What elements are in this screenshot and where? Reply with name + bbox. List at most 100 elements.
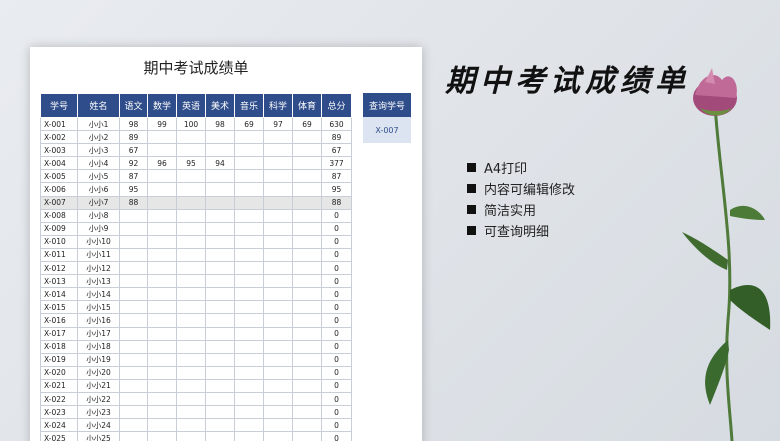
table-cell[interactable] [234,221,264,236]
table-cell[interactable]: 小小9 [77,221,120,236]
table-cell[interactable]: 99 [147,116,177,132]
table-cell[interactable]: 100 [176,116,206,132]
table-cell[interactable]: 0 [321,391,352,407]
table-cell[interactable]: 小小22 [77,391,120,407]
table-cell[interactable]: 89 [119,130,148,145]
table-row[interactable]: X-023 小小23 0 [40,405,352,420]
table-cell[interactable] [119,274,148,289]
table-cell[interactable]: 98 [119,116,148,132]
table-cell[interactable] [176,287,206,302]
table-cell[interactable] [176,391,206,407]
table-cell[interactable] [205,195,235,210]
table-cell[interactable]: X-004 [40,156,78,171]
table-cell[interactable] [119,339,148,354]
table-cell[interactable]: 小小14 [77,287,120,302]
table-cell[interactable]: 87 [321,169,352,184]
table-cell[interactable]: 小小24 [77,418,120,433]
table-cell[interactable] [147,274,177,289]
table-cell[interactable] [205,431,235,441]
table-cell[interactable] [205,208,235,223]
table-cell[interactable] [119,405,148,420]
table-cell[interactable] [147,208,177,223]
table-cell[interactable]: X-014 [40,287,78,302]
table-cell[interactable]: 小小11 [77,247,120,263]
table-cell[interactable] [292,182,322,197]
table-cell[interactable]: X-001 [40,116,78,132]
table-cell[interactable] [147,182,177,197]
table-row[interactable]: X-004 小小4 92 96 95 94 377 [40,156,352,171]
table-cell[interactable]: 96 [147,156,177,171]
table-cell[interactable]: X-002 [40,130,78,145]
table-cell[interactable]: 0 [321,313,352,328]
table-cell[interactable] [119,391,148,407]
table-cell[interactable] [234,182,264,197]
table-cell[interactable]: X-020 [40,365,78,380]
table-row[interactable]: X-024 小小24 0 [40,418,352,433]
table-cell[interactable] [147,261,177,276]
table-cell[interactable] [205,169,235,184]
table-cell[interactable] [263,352,293,367]
table-cell[interactable] [176,182,206,197]
table-cell[interactable] [147,221,177,236]
table-cell[interactable]: 69 [292,116,322,132]
table-cell[interactable] [119,247,148,263]
table-row[interactable]: X-016 小小16 0 [40,313,352,328]
table-cell[interactable] [205,274,235,289]
table-cell[interactable] [147,431,177,441]
table-cell[interactable] [147,234,177,249]
table-cell[interactable] [234,143,264,158]
table-cell[interactable] [234,130,264,145]
table-cell[interactable] [176,326,206,341]
table-cell[interactable] [205,326,235,341]
table-cell[interactable] [292,431,322,441]
table-row[interactable]: X-025 小小25 0 [40,431,352,441]
table-cell[interactable] [176,365,206,380]
table-cell[interactable]: X-023 [40,405,78,420]
table-cell[interactable] [119,365,148,380]
table-row[interactable]: X-018 小小18 0 [40,339,352,354]
table-cell[interactable]: 小小6 [77,182,120,197]
table-cell[interactable] [205,339,235,354]
table-cell[interactable] [147,418,177,433]
table-cell[interactable] [176,221,206,236]
table-cell[interactable] [176,130,206,145]
table-cell[interactable]: 0 [321,287,352,302]
table-cell[interactable] [205,143,235,158]
table-row[interactable]: X-008 小小8 0 [40,208,352,223]
table-row[interactable]: X-006 小小6 95 95 [40,182,352,197]
table-cell[interactable] [205,365,235,380]
table-cell[interactable]: 94 [205,156,235,171]
table-cell[interactable] [205,287,235,302]
table-cell[interactable] [176,261,206,276]
table-cell[interactable]: X-017 [40,326,78,341]
table-cell[interactable] [263,300,293,315]
table-cell[interactable] [234,287,264,302]
table-cell[interactable]: X-012 [40,261,78,276]
table-cell[interactable] [119,418,148,433]
table-row[interactable]: X-012 小小12 0 [40,261,352,276]
table-cell[interactable] [205,234,235,249]
table-cell[interactable]: 0 [321,221,352,236]
table-cell[interactable] [292,313,322,328]
table-cell[interactable] [263,221,293,236]
table-cell[interactable] [205,300,235,315]
table-cell[interactable]: 0 [321,208,352,223]
table-cell[interactable] [119,300,148,315]
table-cell[interactable] [176,405,206,420]
table-cell[interactable]: 0 [321,274,352,289]
table-cell[interactable] [263,431,293,441]
table-cell[interactable] [292,169,322,184]
table-cell[interactable] [292,287,322,302]
table-cell[interactable] [119,431,148,441]
table-cell[interactable] [234,313,264,328]
table-cell[interactable] [147,339,177,354]
table-cell[interactable] [205,247,235,263]
table-cell[interactable] [147,169,177,184]
table-row[interactable]: X-002 小小2 89 89 [40,130,352,145]
table-cell[interactable]: X-007 [40,195,78,210]
table-cell[interactable]: X-013 [40,274,78,289]
table-row[interactable]: X-015 小小15 0 [40,300,352,315]
table-cell[interactable] [119,313,148,328]
table-cell[interactable]: 0 [321,339,352,354]
table-cell[interactable]: 小小7 [77,195,120,210]
